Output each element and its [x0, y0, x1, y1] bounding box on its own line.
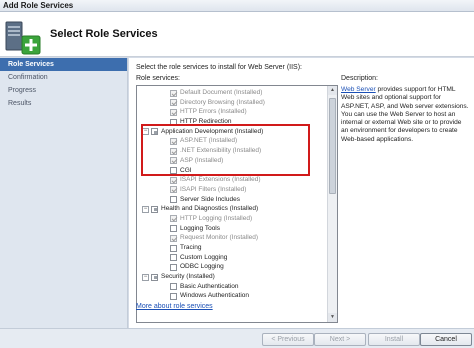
tree-row[interactable]: HTTP Logging (Installed) [137, 214, 327, 224]
tree-row[interactable]: Tracing [137, 243, 327, 253]
tree-row-label: ODBC Logging [180, 263, 224, 271]
tree-row[interactable]: ODBC Logging [137, 262, 327, 272]
tree-row[interactable]: Request Monitor (Installed) [137, 233, 327, 243]
tree-row-label: Tracing [180, 244, 202, 251]
tree-row-label: Logging Tools [180, 224, 220, 232]
description-body: provides support for HTML Web sites and … [341, 86, 469, 143]
tree-row[interactable]: − Health and Diagnostics (Installed) [137, 204, 327, 214]
tree-row-label: HTTP Logging (Installed) [180, 214, 253, 222]
tree-checkbox[interactable] [170, 196, 177, 204]
install-button[interactable]: Install [368, 333, 420, 346]
tree-checkbox[interactable] [170, 108, 177, 116]
tree-scrollbar[interactable]: ▲ ▼ [327, 86, 337, 322]
tree-row[interactable]: Custom Logging [137, 253, 327, 263]
tree-rows: Default Document (Installed) Directory Br… [137, 88, 327, 301]
tree-row[interactable]: Windows Authentication [137, 291, 327, 301]
scroll-down-icon[interactable]: ▼ [328, 313, 337, 322]
tree-checkbox[interactable] [170, 244, 177, 252]
role-services-tree[interactable]: Default Document (Installed) Directory Br… [136, 85, 338, 323]
page-title: Select Role Services [50, 28, 158, 40]
tree-row[interactable]: Logging Tools [137, 224, 327, 234]
collapse-toggle-icon[interactable]: − [142, 205, 149, 213]
tree-row[interactable]: Directory Browsing (Installed) [137, 98, 327, 108]
tree-row-label: ISAPI Filters (Installed) [180, 185, 247, 193]
add-role-services-icon [5, 21, 41, 55]
tree-row-label: Health and Diagnostics (Installed) [161, 205, 259, 213]
role-services-label: Role services: [136, 75, 180, 82]
sidebar-item-confirmation[interactable]: Confirmation [0, 71, 127, 84]
main-panel: Select the role services to install for … [129, 58, 474, 328]
tree-row[interactable]: Server Side Includes [137, 195, 327, 205]
tree-row[interactable]: ISAPI Filters (Installed) [137, 185, 327, 195]
tree-row-label: Windows Authentication [180, 292, 250, 300]
tree-checkbox[interactable] [170, 292, 177, 300]
tree-row-label: HTTP Errors (Installed) [180, 108, 247, 116]
tree-row-label: Security (Installed) [161, 273, 215, 281]
window-titlebar: Add Role Services [0, 0, 474, 12]
tree-checkbox[interactable] [170, 176, 177, 184]
sidebar-item-results[interactable]: Results [0, 97, 127, 110]
tree-checkbox[interactable] [170, 225, 177, 233]
tree-row[interactable]: ISAPI Extensions (Installed) [137, 175, 327, 185]
scroll-up-icon[interactable]: ▲ [328, 86, 337, 95]
tree-checkbox[interactable] [170, 254, 177, 262]
tree-row[interactable]: HTTP Errors (Installed) [137, 107, 327, 117]
tree-row[interactable]: − Security (Installed) [137, 272, 327, 282]
tree-checkbox[interactable] [170, 215, 177, 223]
wizard-footer: < Previous Next > Install Cancel [0, 328, 474, 348]
description-label: Description: [341, 75, 378, 82]
tree-checkbox[interactable] [151, 205, 158, 213]
tree-row[interactable]: Default Document (Installed) [137, 88, 327, 98]
wizard-header: Select Role Services [0, 12, 474, 57]
tree-row-label: Server Side Includes [180, 195, 240, 203]
tree-checkbox[interactable] [170, 89, 177, 97]
tree-row-label: Default Document (Installed) [180, 89, 263, 96]
tree-row-label: Basic Authentication [180, 282, 239, 290]
scroll-thumb[interactable] [329, 98, 336, 194]
sidebar-item-progress[interactable]: Progress [0, 84, 127, 97]
next-button[interactable]: Next > [314, 333, 366, 346]
tree-checkbox[interactable] [170, 99, 177, 107]
collapse-toggle-icon[interactable]: − [142, 273, 149, 281]
description-text: Web Server provides support for HTML Web… [341, 86, 469, 144]
cancel-button[interactable]: Cancel [420, 333, 472, 346]
previous-button[interactable]: < Previous [262, 333, 314, 346]
web-server-link[interactable]: Web Server [341, 86, 376, 93]
tree-checkbox[interactable] [170, 283, 177, 291]
window-title: Add Role Services [3, 1, 74, 10]
tree-checkbox[interactable] [170, 263, 177, 271]
tree-row-label: Request Monitor (Installed) [180, 234, 259, 242]
tree-checkbox[interactable] [170, 186, 177, 194]
tree-row-label: ISAPI Extensions (Installed) [180, 176, 261, 184]
intro-text: Select the role services to install for … [136, 64, 302, 71]
more-about-role-services-link[interactable]: More about role services [136, 303, 213, 310]
tree-row-label: Custom Logging [180, 253, 228, 261]
tree-checkbox[interactable] [151, 273, 158, 281]
tree-checkbox[interactable] [170, 234, 177, 242]
highlight-box [141, 124, 310, 176]
tree-row[interactable]: Basic Authentication [137, 282, 327, 292]
wizard-steps-sidebar: Role Services Confirmation Progress Resu… [0, 58, 128, 328]
tree-row-label: Directory Browsing (Installed) [180, 98, 265, 106]
sidebar-item-role-services[interactable]: Role Services [0, 58, 127, 71]
